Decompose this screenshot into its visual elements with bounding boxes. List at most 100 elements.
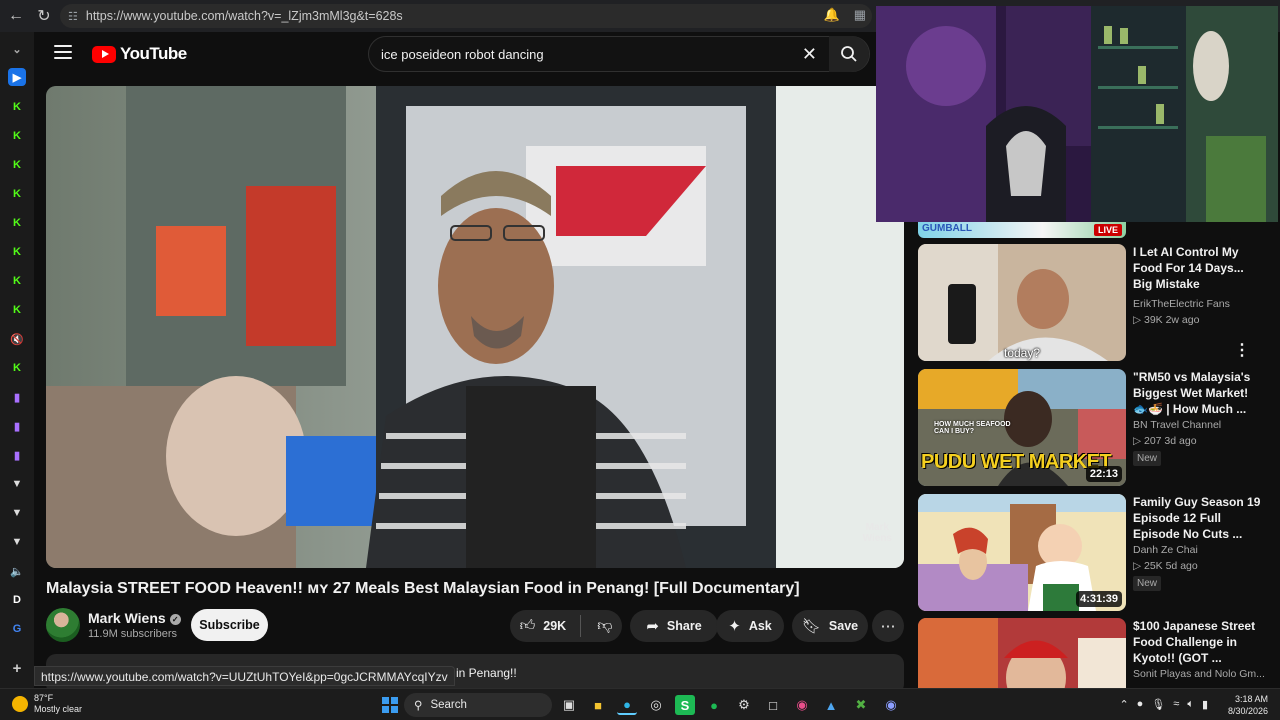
discord-icon[interactable]: ◉	[881, 695, 901, 715]
kick-icon[interactable]: K	[8, 301, 26, 319]
kick-icon[interactable]: K	[8, 185, 26, 203]
recommendation-channel[interactable]: BN Travel Channel	[1133, 419, 1221, 431]
settings-gear-icon[interactable]: ⚙	[734, 695, 754, 715]
more-actions-button[interactable]: ⋯	[872, 610, 904, 642]
kick-icon[interactable]: K	[8, 127, 26, 145]
address-url: https://www.youtube.com/watch?v=_lZjm3mM…	[85, 9, 403, 23]
photos-icon[interactable]: ▲	[821, 695, 841, 715]
youtube-header: YouTube ice poseideon robot dancing ✕	[34, 32, 906, 76]
recommendation-title[interactable]: I Let AI Control My Food For 14 Days... …	[1133, 244, 1265, 292]
recommendation-channel[interactable]: Sonit Playas and Nolo Gm...	[1133, 668, 1265, 680]
recommendation-channel[interactable]: Danh Ze Chai	[1133, 544, 1198, 556]
live-thumb-text: GUMBALL	[922, 223, 972, 234]
weather-widget[interactable]: 87°F Mostly clear	[12, 693, 82, 715]
youtube-page: YouTube ice poseideon robot dancing ✕ Ma…	[34, 32, 906, 688]
spotify-icon[interactable]: ●	[704, 695, 724, 715]
recommendation-title[interactable]: Family Guy Season 19 Episode 12 Full Epi…	[1133, 494, 1265, 542]
thumbnail-image	[918, 244, 1126, 361]
watermark-line: Wiens	[862, 533, 892, 544]
twitch-icon[interactable]: ▮	[8, 388, 26, 406]
tray-app-icon[interactable]: ●	[1137, 698, 1144, 711]
youtube-logo[interactable]: YouTube	[92, 44, 187, 64]
file-explorer-icon[interactable]: ■	[588, 695, 608, 715]
taskbar-search[interactable]: ⚲ Search	[404, 693, 552, 717]
tab-icon[interactable]: ▼	[8, 533, 26, 551]
search-input[interactable]: ice poseideon robot dancing ✕	[368, 36, 870, 72]
volume-icon[interactable]: 🔈︎	[1187, 698, 1194, 711]
desktop-screen: ← ↻ ☷ https://www.youtube.com/watch?v=_l…	[0, 0, 1280, 720]
channel-avatar[interactable]	[46, 608, 80, 642]
live-video-thumbnail[interactable]: GUMBALL LIVE	[918, 222, 1126, 238]
taskbar-search-label: Search	[430, 699, 467, 711]
more-vertical-icon[interactable]: ⋮	[1234, 340, 1250, 360]
video-thumbnail[interactable]: HOW MUCH SEAFOOD CAN I BUY? PUDU WET MAR…	[918, 369, 1126, 486]
map-pin-icon[interactable]: ◉	[792, 695, 812, 715]
battery-icon[interactable]: ▮	[1202, 698, 1208, 711]
recommendation-item[interactable]: today? I Let AI Control My Food For 14 D…	[918, 244, 1270, 400]
video-thumbnail[interactable]	[918, 618, 1126, 688]
extensions-icon[interactable]: ▦	[854, 7, 866, 23]
address-bar[interactable]: ☷ https://www.youtube.com/watch?v=_lZjm3…	[60, 4, 872, 28]
weather-condition: Mostly clear	[34, 704, 83, 714]
collapse-chevron-icon[interactable]: ⌄	[8, 40, 26, 58]
like-dislike-group: 👍︎ 29K 👎︎	[510, 610, 622, 642]
twitch-icon[interactable]: ▮	[8, 446, 26, 464]
recommendation-title[interactable]: $100 Japanese Street Food Challenge in K…	[1133, 618, 1265, 666]
notification-bell-icon[interactable]: 🔔	[824, 7, 840, 23]
windows-start-icon[interactable]	[380, 695, 400, 715]
recommendation-item[interactable]: 4:31:39 Family Guy Season 19 Episode 12 …	[918, 494, 1270, 612]
recommendation-item[interactable]: $100 Japanese Street Food Challenge in K…	[918, 618, 1270, 688]
site-info-icon[interactable]: ☷	[68, 10, 78, 23]
search-icon: ⚲	[414, 700, 423, 712]
link-preview-status: https://www.youtube.com/watch?v=UUZtUhTO…	[34, 666, 455, 686]
video-thumbnail[interactable]: 4:31:39	[918, 494, 1126, 611]
xbox-icon[interactable]: ✖	[851, 695, 871, 715]
chrome-icon[interactable]: ◎	[646, 695, 666, 715]
video-thumbnail[interactable]: today?	[918, 244, 1126, 361]
share-button[interactable]: ➦ Share	[630, 610, 718, 642]
twitch-icon[interactable]: ▮	[8, 417, 26, 435]
refresh-icon[interactable]: ↻	[30, 2, 58, 30]
menu-icon[interactable]	[54, 45, 72, 59]
edge-browser-icon[interactable]: ●	[617, 695, 637, 715]
taskbar: 87°F Mostly clear ⚲ Search ▣ ■ ● ◎ S ● ⚙…	[0, 688, 1280, 720]
muted-speaker-icon[interactable]: 🔇	[8, 330, 26, 348]
channel-name-link[interactable]: Mark Wiens ✓	[88, 610, 181, 626]
back-icon[interactable]: ←	[2, 2, 30, 30]
tab-icon[interactable]: D	[8, 591, 26, 609]
video-player[interactable]: Mark Wiens	[46, 86, 904, 568]
clear-search-icon[interactable]: ✕	[802, 44, 817, 65]
kick-icon[interactable]: K	[8, 359, 26, 377]
google-icon[interactable]: G	[8, 620, 26, 638]
ask-button[interactable]: ✦ Ask	[716, 610, 784, 642]
document-icon[interactable]: □	[763, 695, 783, 715]
kick-icon[interactable]: K	[8, 98, 26, 116]
add-tab-icon[interactable]: +	[8, 659, 26, 677]
dislike-icon[interactable]: 👎︎	[597, 617, 612, 635]
subscribe-button[interactable]: Subscribe	[191, 609, 268, 641]
video-duration: 4:31:39	[1076, 591, 1122, 607]
sidebar-app-icon[interactable]: ▶	[8, 68, 26, 86]
recommendations-panel: GUMBALL LIVE today? I Let AI Control My …	[906, 222, 1280, 688]
microphone-icon[interactable]: 🎙︎	[1151, 698, 1165, 711]
clock[interactable]: 3:18 AM 8/30/2026	[1228, 693, 1268, 717]
recommendation-title[interactable]: "RM50 vs Malaysia's Biggest Wet Market! …	[1133, 369, 1265, 417]
app-s-icon[interactable]: S	[675, 695, 695, 715]
like-count[interactable]: 29K	[543, 619, 566, 633]
speaker-icon[interactable]: 🔈	[8, 562, 26, 580]
save-button[interactable]: 🔖︎ Save	[792, 610, 868, 642]
like-icon[interactable]: 👍︎	[520, 617, 536, 635]
kick-icon[interactable]: K	[8, 156, 26, 174]
recommendation-item[interactable]: HOW MUCH SEAFOOD CAN I BUY? PUDU WET MAR…	[918, 369, 1270, 487]
kick-icon[interactable]: K	[8, 243, 26, 261]
wifi-icon[interactable]: ≈	[1173, 698, 1179, 711]
task-view-icon[interactable]: ▣	[559, 695, 579, 715]
tab-icon[interactable]: ▼	[8, 504, 26, 522]
tray-expand-icon[interactable]: ⌃	[1119, 698, 1128, 711]
search-button[interactable]	[829, 36, 869, 72]
recommendation-channel[interactable]: ErikTheElectric Fans	[1133, 298, 1230, 310]
kick-icon[interactable]: K	[8, 272, 26, 290]
bookmark-icon: 🔖︎	[801, 618, 821, 635]
kick-icon[interactable]: K	[8, 214, 26, 232]
tab-icon[interactable]: ▼	[8, 475, 26, 493]
